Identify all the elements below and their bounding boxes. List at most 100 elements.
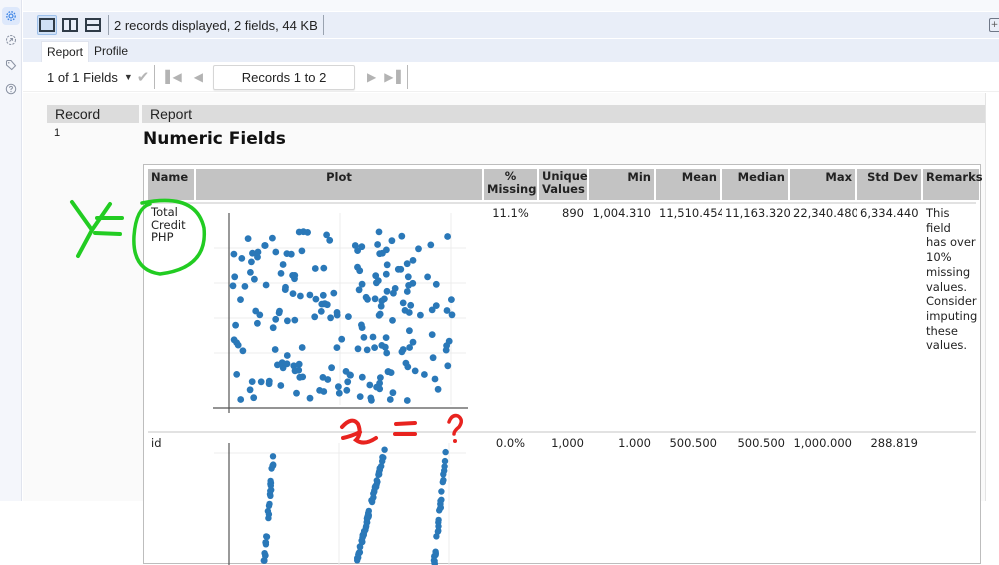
scatter-point (400, 300, 407, 307)
scatter-point (313, 296, 320, 303)
scatter-point (402, 307, 409, 314)
scatter-point (307, 292, 314, 299)
scatter-point (374, 477, 380, 483)
scatter-point (405, 282, 412, 289)
scatter-point (231, 251, 238, 258)
scatter-point (261, 550, 267, 556)
scatter-point (338, 336, 345, 343)
scatter-point (320, 374, 327, 381)
tab-profile[interactable]: Profile (89, 41, 133, 62)
tag-icon (5, 59, 17, 71)
checkmark-icon[interactable]: ✔ (137, 68, 150, 86)
scatter-point (292, 367, 299, 374)
scatter-point (405, 273, 412, 280)
scatter-point (376, 469, 382, 475)
scatter-point (270, 324, 277, 331)
toolbar-divider (108, 15, 109, 35)
next-record-icon[interactable]: ▶ (367, 70, 374, 84)
arrow-circle-icon (5, 34, 17, 46)
col-header-min: Min (589, 169, 654, 200)
tab-report[interactable]: Report (41, 41, 89, 62)
col-header-name: Name (148, 169, 194, 200)
scatter-point (369, 497, 375, 503)
fields-dropdown[interactable]: 1 of 1 Fields ▼ (47, 70, 133, 85)
settings-button[interactable] (2, 7, 20, 25)
scatter-point (272, 346, 279, 353)
records-range-field[interactable]: Records 1 to 2 (213, 65, 355, 90)
scatter-point (372, 484, 378, 490)
tag-button[interactable] (2, 56, 20, 74)
last-record-icon[interactable]: ▶▐ (384, 70, 398, 84)
scatter-point (389, 317, 396, 324)
layout-single-button[interactable] (37, 15, 57, 35)
scatter-point (344, 378, 351, 385)
question-circle-icon (5, 83, 17, 95)
scatter-point (389, 237, 396, 244)
scatter-point (444, 233, 451, 240)
nav-divider (407, 65, 408, 89)
scatter-point (446, 338, 453, 345)
unique-value: 890 (539, 205, 587, 221)
scatter-point (382, 344, 389, 351)
unique-value: 1,000 (539, 435, 587, 451)
scatter-point (345, 313, 352, 320)
scatter-point (278, 270, 285, 277)
scatter-point (383, 271, 390, 278)
expand-panel-icon[interactable]: + (989, 18, 999, 32)
help-button[interactable] (2, 80, 20, 98)
mean-value: 11,510.454 (656, 205, 720, 221)
numeric-fields-table: Name Plot % Missing Unique Values Min Me… (143, 164, 981, 564)
scatter-point (235, 342, 242, 349)
vertical-scrollbar[interactable] (985, 93, 999, 501)
scatter-point (383, 334, 390, 341)
scatter-point (435, 517, 441, 523)
scatter-point (417, 312, 424, 319)
scatter-point (449, 311, 456, 318)
scatter-point (336, 390, 343, 397)
header-line: Values (542, 183, 584, 196)
row-divider (148, 431, 976, 433)
scatter-point (282, 286, 289, 293)
missing-value: 0.0% (484, 435, 537, 451)
record-number: 1 (54, 127, 60, 139)
scatter-point (330, 290, 337, 297)
scatter-point (398, 233, 405, 240)
col-header-mean: Mean (656, 169, 720, 200)
scatter-point (435, 528, 441, 534)
remarks-line: This field (926, 206, 976, 235)
scatter-point (429, 331, 436, 338)
scatter-point (433, 302, 440, 309)
layout-split-vertical-button[interactable] (60, 15, 80, 35)
layout-split-horizontal-button[interactable] (83, 15, 103, 35)
col-header-plot: Plot (196, 169, 482, 200)
scatter-point (421, 371, 428, 378)
nav-divider (154, 65, 155, 89)
scatter-point (381, 447, 387, 453)
scatter-point (276, 310, 283, 317)
scatter-point (299, 248, 306, 255)
col-header-missing: % Missing (484, 169, 537, 200)
previous-record-icon[interactable]: ◀ (194, 70, 201, 84)
scatter-point (322, 300, 329, 307)
scatter-plot-id (196, 435, 482, 565)
median-value: 500.500 (722, 435, 788, 451)
min-value: 1,004.310 (589, 205, 654, 221)
report-content: Record Report 1 Numeric Fields Name Plot… (23, 93, 985, 501)
first-record-icon[interactable]: ▌◀ (165, 70, 179, 84)
scatter-point (440, 471, 446, 477)
scatter-point (442, 458, 448, 464)
view-tabs: Report Profile (23, 39, 999, 62)
col-header-std-dev: Std Dev (857, 169, 921, 200)
navigate-button[interactable] (2, 31, 20, 49)
remarks-line: values. (926, 280, 976, 295)
scatter-point (299, 344, 306, 351)
scatter-point (249, 378, 256, 385)
scatter-point (300, 228, 307, 235)
scatter-point (334, 344, 341, 351)
scatter-point (359, 374, 366, 381)
remarks-line: has over (926, 235, 976, 250)
scatter-point (263, 533, 269, 539)
min-value: 1.000 (589, 435, 654, 451)
scatter-point (403, 360, 410, 367)
row-divider (148, 202, 976, 204)
